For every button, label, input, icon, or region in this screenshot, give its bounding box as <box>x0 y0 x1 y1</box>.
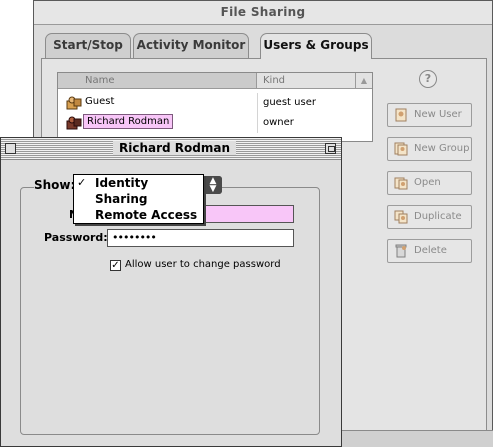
duplicate-button[interactable]: Duplicate <box>387 205 472 229</box>
window-bottom-edge <box>342 430 493 447</box>
column-header-name[interactable]: Name <box>58 73 257 89</box>
user-name: Guest <box>85 96 115 107</box>
new-group-icon <box>394 142 408 156</box>
duplicate-label: Duplicate <box>414 211 462 222</box>
name-field[interactable] <box>201 205 294 223</box>
delete-button[interactable]: Delete <box>387 239 472 263</box>
sort-direction-icon[interactable]: ▲ <box>356 73 372 89</box>
tab-activity-monitor[interactable]: Activity Monitor <box>133 33 249 58</box>
trash-icon <box>395 244 407 258</box>
column-divider <box>257 93 258 113</box>
user-kind: guest user <box>263 97 316 108</box>
delete-label: Delete <box>414 245 447 256</box>
password-field[interactable]: •••••••• <box>107 229 294 247</box>
list-item[interactable]: Richard Rodman owner <box>58 113 356 133</box>
allow-change-password-label[interactable]: Allow user to change password <box>125 259 281 270</box>
menu-item-label: Identity <box>95 176 149 190</box>
column-divider <box>257 113 258 133</box>
window-title: File Sharing <box>220 5 306 19</box>
open-button[interactable]: Open <box>387 171 472 195</box>
tab-users-and-groups[interactable]: Users & Groups <box>260 33 372 59</box>
popup-arrows-icon[interactable]: ▲ ▼ <box>204 176 222 194</box>
zoom-box-icon[interactable] <box>325 143 336 154</box>
allow-change-password-checkbox[interactable]: ✓ <box>110 260 121 271</box>
duplicate-icon <box>394 210 408 224</box>
menu-item-remote-access[interactable]: Remote Access <box>74 208 203 224</box>
new-group-label: New Group <box>414 143 470 154</box>
menu-item-identity[interactable]: ✓ Identity <box>74 176 203 192</box>
open-label: Open <box>414 177 441 188</box>
list-item[interactable]: Guest guest user <box>58 93 356 113</box>
title-bar[interactable]: File Sharing <box>34 1 492 25</box>
column-header-kind[interactable]: Kind <box>257 73 356 89</box>
checkmark-icon: ✓ <box>77 176 87 189</box>
guest-user-icon <box>66 96 82 110</box>
user-kind: owner <box>263 117 294 128</box>
menu-item-label: Sharing <box>95 192 148 206</box>
users-list[interactable]: Name Kind ▲ Guest guest user Richard Rod… <box>57 72 373 142</box>
close-box-icon[interactable] <box>5 143 16 154</box>
password-label: Password: <box>44 231 108 244</box>
identity-group-box <box>20 187 320 435</box>
user-name: Richard Rodman <box>83 114 174 129</box>
window-title: Richard Rodman <box>113 141 237 155</box>
menu-item-label: Remote Access <box>95 208 198 222</box>
menu-item-sharing[interactable]: Sharing <box>74 192 203 208</box>
new-group-button[interactable]: New Group <box>387 137 472 161</box>
owner-user-icon <box>66 116 82 130</box>
show-dropdown-menu: ✓ Identity Sharing Remote Access <box>73 174 204 224</box>
new-user-icon <box>395 108 407 122</box>
open-icon <box>394 177 408 190</box>
title-bar[interactable]: Richard Rodman <box>1 138 341 160</box>
tab-start-stop[interactable]: Start/Stop <box>45 33 131 58</box>
new-user-label: New User <box>414 109 462 120</box>
help-icon[interactable]: ? <box>419 70 437 88</box>
new-user-button[interactable]: New User <box>387 103 472 127</box>
show-label: Show: <box>34 178 78 192</box>
